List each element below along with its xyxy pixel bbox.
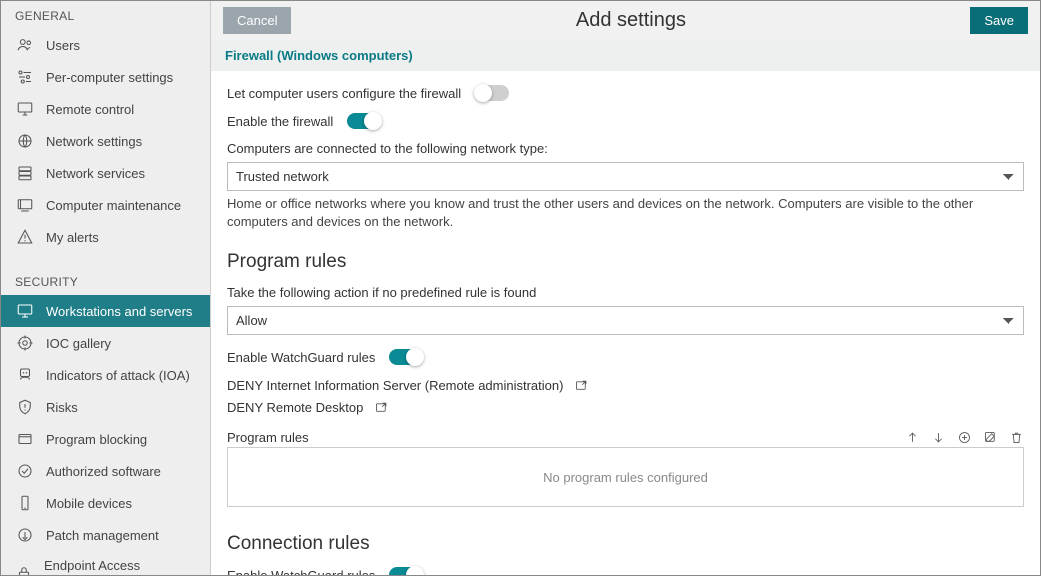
sidebar-item-label: Remote control bbox=[46, 102, 134, 117]
sidebar-item-maintenance[interactable]: Computer maintenance bbox=[1, 189, 210, 221]
let-users-label: Let computer users configure the firewal… bbox=[227, 86, 461, 101]
sidebar-item-label: Program blocking bbox=[46, 432, 147, 447]
network-type-help: Home or office networks where you know a… bbox=[227, 195, 1024, 231]
sidebar-item-program-blocking[interactable]: Program blocking bbox=[1, 423, 210, 455]
sidebar-item-label: IOC gallery bbox=[46, 336, 111, 351]
topbar: Cancel Add settings Save bbox=[211, 1, 1040, 40]
sliders-icon bbox=[15, 68, 35, 86]
sidebar-item-mobile[interactable]: Mobile devices bbox=[1, 487, 210, 519]
toggle-program-wg[interactable] bbox=[389, 349, 423, 365]
toggle-let-users[interactable] bbox=[475, 85, 509, 101]
sidebar-item-label: Mobile devices bbox=[46, 496, 132, 511]
move-up-icon[interactable] bbox=[904, 429, 920, 445]
program-rules-action-select[interactable]: Allow bbox=[227, 306, 1024, 335]
move-down-icon[interactable] bbox=[930, 429, 946, 445]
page-title: Add settings bbox=[576, 9, 686, 32]
connection-rules-title: Connection rules bbox=[227, 533, 1024, 555]
sidebar-item-workstations[interactable]: Workstations and servers bbox=[1, 295, 210, 327]
content-scroll[interactable]: Let computer users configure the firewal… bbox=[211, 71, 1040, 575]
sidebar-item-label: Indicators of attack (IOA) bbox=[46, 368, 190, 383]
sidebar-item-remote-control[interactable]: Remote control bbox=[1, 93, 210, 125]
program-rules-title: Program rules bbox=[227, 251, 1024, 273]
program-rules-box: No program rules configured bbox=[227, 447, 1024, 507]
sidebar-item-ioa[interactable]: Indicators of attack (IOA) bbox=[1, 359, 210, 391]
sidebar-item-label: Workstations and servers bbox=[46, 304, 192, 319]
check-circle-icon bbox=[15, 462, 35, 480]
rule-deny-iis: DENY Internet Information Server (Remote… bbox=[227, 377, 1024, 393]
globe-icon bbox=[15, 132, 35, 150]
monitor-icon bbox=[15, 302, 35, 320]
sidebar-item-label: Users bbox=[46, 38, 80, 53]
maintenance-icon bbox=[15, 196, 35, 214]
expand-icon[interactable] bbox=[573, 377, 589, 393]
mobile-icon bbox=[15, 494, 35, 512]
program-rules-action-label: Take the following action if no predefin… bbox=[227, 285, 1024, 300]
sidebar-item-label: Computer maintenance bbox=[46, 198, 181, 213]
shield-alert-icon bbox=[15, 398, 35, 416]
sidebar-item-alerts[interactable]: My alerts bbox=[1, 221, 210, 253]
sidebar-section-security: SECURITY bbox=[1, 267, 210, 295]
sidebar-section-general: GENERAL bbox=[1, 1, 210, 29]
sidebar-item-per-computer[interactable]: Per-computer settings bbox=[1, 61, 210, 93]
sidebar-item-label: Authorized software bbox=[46, 464, 161, 479]
section-band-firewall: Firewall (Windows computers) bbox=[211, 40, 1040, 71]
toggle-connection-wg[interactable] bbox=[389, 567, 423, 575]
sidebar: GENERAL Users Per-computer settings Remo… bbox=[1, 1, 211, 575]
add-icon[interactable] bbox=[956, 429, 972, 445]
monitor-icon bbox=[15, 100, 35, 118]
network-type-label: Computers are connected to the following… bbox=[227, 141, 1024, 156]
network-type-select[interactable]: Trusted network bbox=[227, 162, 1024, 191]
sidebar-item-endpoint-access[interactable]: Endpoint Access Enforcement bbox=[1, 551, 210, 575]
sidebar-item-ioc[interactable]: IOC gallery bbox=[1, 327, 210, 359]
delete-icon[interactable] bbox=[1008, 429, 1024, 445]
sidebar-item-label: Endpoint Access Enforcement bbox=[44, 558, 196, 575]
sidebar-item-authorized[interactable]: Authorized software bbox=[1, 455, 210, 487]
sidebar-item-label: Patch management bbox=[46, 528, 159, 543]
block-icon bbox=[15, 430, 35, 448]
sidebar-item-label: Per-computer settings bbox=[46, 70, 173, 85]
sidebar-item-network-services[interactable]: Network services bbox=[1, 157, 210, 189]
connection-rules-wg-label: Enable WatchGuard rules bbox=[227, 568, 375, 575]
edit-icon[interactable] bbox=[982, 429, 998, 445]
expand-icon[interactable] bbox=[373, 399, 389, 415]
cancel-button[interactable]: Cancel bbox=[223, 7, 291, 34]
rule-deny-rdp: DENY Remote Desktop bbox=[227, 399, 1024, 415]
attacker-icon bbox=[15, 366, 35, 384]
save-button[interactable]: Save bbox=[970, 7, 1028, 34]
sidebar-item-label: Network services bbox=[46, 166, 145, 181]
server-icon bbox=[15, 164, 35, 182]
sidebar-item-risks[interactable]: Risks bbox=[1, 391, 210, 423]
enable-firewall-label: Enable the firewall bbox=[227, 114, 333, 129]
sidebar-item-label: My alerts bbox=[46, 230, 99, 245]
main-panel: Cancel Add settings Save Firewall (Windo… bbox=[211, 1, 1040, 575]
program-rules-actions bbox=[904, 429, 1024, 445]
program-rules-empty: No program rules configured bbox=[543, 470, 708, 485]
lock-icon bbox=[15, 564, 33, 575]
users-icon bbox=[15, 36, 35, 54]
program-rules-box-label: Program rules bbox=[227, 430, 309, 445]
sidebar-item-label: Risks bbox=[46, 400, 78, 415]
alert-icon bbox=[15, 228, 35, 246]
sidebar-item-users[interactable]: Users bbox=[1, 29, 210, 61]
sidebar-item-patch[interactable]: Patch management bbox=[1, 519, 210, 551]
sidebar-item-label: Network settings bbox=[46, 134, 142, 149]
target-icon bbox=[15, 334, 35, 352]
program-rules-wg-label: Enable WatchGuard rules bbox=[227, 350, 375, 365]
sidebar-item-network-settings[interactable]: Network settings bbox=[1, 125, 210, 157]
patch-icon bbox=[15, 526, 35, 544]
toggle-enable-firewall[interactable] bbox=[347, 113, 381, 129]
